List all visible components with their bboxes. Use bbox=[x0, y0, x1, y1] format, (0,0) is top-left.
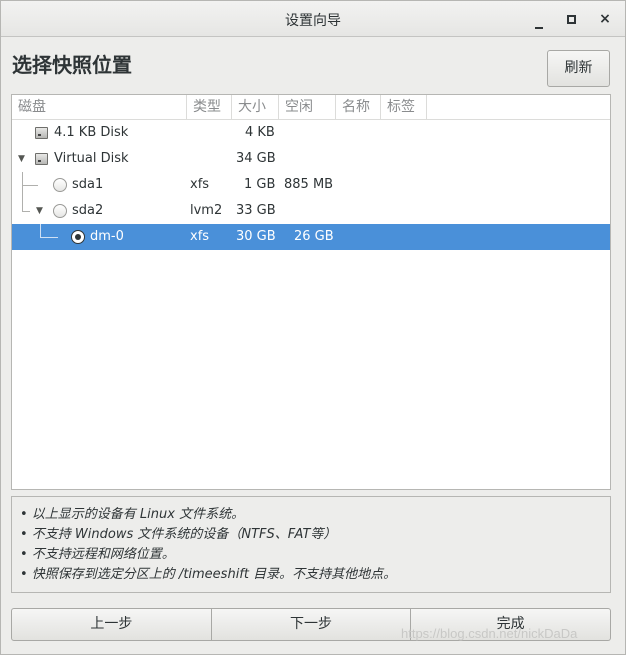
column-header-size[interactable]: 大小 bbox=[232, 95, 279, 119]
row-size: 33 GB bbox=[236, 203, 276, 218]
close-icon: × bbox=[599, 11, 611, 27]
row-free: 885 MB bbox=[284, 177, 334, 192]
row-free: 26 GB bbox=[294, 229, 334, 244]
row-type: xfs bbox=[190, 229, 210, 244]
page-title: 选择快照位置 bbox=[12, 53, 132, 77]
disk-icon bbox=[35, 127, 48, 139]
row-partition-name: sda2 bbox=[72, 203, 104, 218]
row-size: 4 KB bbox=[245, 125, 275, 140]
tree-row-selected[interactable]: dm-0 xfs 30 GB 26 GB bbox=[12, 224, 610, 250]
tree-connector-line bbox=[40, 224, 41, 237]
close-button[interactable]: × bbox=[595, 9, 615, 29]
tree-connector-line bbox=[40, 237, 58, 238]
tree-row[interactable]: ▼ Virtual Disk 34 GB bbox=[12, 146, 610, 172]
row-disk-name: Virtual Disk bbox=[54, 151, 129, 166]
maximize-icon bbox=[566, 15, 576, 24]
setup-wizard-window: 设置向导 × 选择快照位置 刷新 磁盘 类型 大小 空闲 名称 标签 4.1 K… bbox=[0, 0, 626, 655]
minimize-icon bbox=[535, 27, 543, 29]
disk-icon bbox=[35, 153, 48, 165]
radio-icon[interactable] bbox=[53, 204, 67, 218]
row-partition-name: sda1 bbox=[72, 177, 104, 192]
expander-arrow-icon[interactable]: ▼ bbox=[18, 146, 28, 172]
info-panel: • 以上显示的设备有 Linux 文件系统。 • 不支持 Windows 文件系… bbox=[11, 496, 611, 593]
row-type: lvm2 bbox=[190, 203, 223, 218]
column-header-name[interactable]: 名称 bbox=[336, 95, 381, 119]
tree-connector-line bbox=[22, 198, 23, 211]
tree-header: 磁盘 类型 大小 空闲 名称 标签 bbox=[12, 95, 610, 120]
row-size: 34 GB bbox=[236, 151, 276, 166]
row-type: xfs bbox=[190, 177, 210, 192]
maximize-button[interactable] bbox=[561, 9, 581, 29]
row-partition-name: dm-0 bbox=[90, 229, 124, 244]
column-header-label[interactable]: 标签 bbox=[381, 95, 427, 119]
info-line: • 快照保存到选定分区上的 /timeeshift 目录。不支持其他地点。 bbox=[20, 567, 397, 582]
tree-connector-line bbox=[22, 185, 38, 186]
column-header-free[interactable]: 空闲 bbox=[279, 95, 336, 119]
tree-row[interactable]: sda1 xfs 1 GB 885 MB bbox=[12, 172, 610, 198]
next-button[interactable]: 下一步 bbox=[211, 608, 412, 641]
column-header-type[interactable]: 类型 bbox=[187, 95, 232, 119]
info-line: • 不支持远程和网络位置。 bbox=[20, 547, 175, 562]
tree-row[interactable]: 4.1 KB Disk 4 KB bbox=[12, 120, 610, 146]
row-size: 30 GB bbox=[236, 229, 276, 244]
refresh-button[interactable]: 刷新 bbox=[547, 50, 610, 87]
row-disk-name: 4.1 KB Disk bbox=[54, 125, 129, 140]
snapshot-location-tree[interactable]: 磁盘 类型 大小 空闲 名称 标签 4.1 KB Disk 4 KB ▼ Vir… bbox=[11, 94, 611, 490]
watermark-text: https://blog.csdn.net/nickDaDa bbox=[401, 626, 578, 641]
tree-row[interactable]: ▼ sda2 lvm2 33 GB bbox=[12, 198, 610, 224]
info-line: • 不支持 Windows 文件系统的设备（NTFS、FAT等） bbox=[20, 527, 337, 542]
expander-arrow-icon[interactable]: ▼ bbox=[36, 198, 46, 224]
info-line: • 以上显示的设备有 Linux 文件系统。 bbox=[20, 507, 245, 522]
previous-button[interactable]: 上一步 bbox=[11, 608, 212, 641]
tree-connector-line bbox=[22, 211, 30, 212]
title-bar[interactable]: 设置向导 × bbox=[1, 1, 625, 37]
radio-icon[interactable] bbox=[53, 178, 67, 192]
row-size: 1 GB bbox=[244, 177, 276, 192]
minimize-button[interactable] bbox=[529, 9, 549, 29]
radio-checked-icon[interactable] bbox=[71, 230, 85, 244]
column-header-disk[interactable]: 磁盘 bbox=[12, 95, 187, 119]
